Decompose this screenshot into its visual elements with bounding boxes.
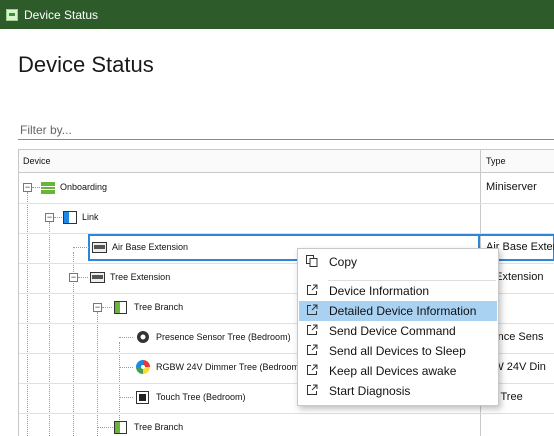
touch-tree-icon	[136, 391, 149, 404]
tree-branch-icon	[114, 421, 127, 434]
external-link-icon	[307, 344, 318, 355]
menu-item-label: Detailed Device Information	[329, 304, 477, 318]
tree-extension-icon	[90, 272, 105, 283]
external-link-icon	[307, 364, 318, 375]
app-icon	[6, 8, 18, 21]
window-titlebar: Device Status	[0, 0, 554, 29]
menu-item-label: Keep all Devices awake	[329, 364, 457, 378]
menu-item-label: Device Information	[329, 284, 430, 298]
row-label: Touch Tree (Bedroom)	[156, 392, 246, 402]
miniserver-icon	[41, 182, 55, 194]
grid-header: Device Type	[19, 150, 554, 173]
presence-sensor-icon	[137, 331, 149, 343]
menu-item-label: Copy	[329, 255, 358, 269]
row-label: Tree Extension	[110, 272, 171, 282]
row-type: Miniserver	[486, 181, 537, 193]
page-title: Device Status	[18, 52, 154, 77]
row-label: Tree Branch	[134, 422, 184, 432]
rgbw-dimmer-icon	[136, 360, 150, 374]
collapse-toggle[interactable]: −	[93, 303, 102, 312]
link-icon	[63, 211, 77, 224]
column-header-device[interactable]: Device	[23, 156, 51, 166]
menu-item-detailed-device-information[interactable]: Detailed Device Information	[299, 301, 497, 321]
collapse-toggle[interactable]: −	[23, 183, 32, 192]
table-row-link[interactable]: − Link	[19, 203, 554, 234]
table-row-onboarding[interactable]: − Onboarding Miniserver	[19, 173, 554, 204]
context-menu: Copy Device Information Detailed Device …	[297, 248, 499, 406]
menu-item-copy[interactable]: Copy	[299, 252, 497, 272]
row-label: Air Base Extension	[112, 242, 189, 252]
air-base-extension-icon	[92, 242, 107, 253]
row-label: Presence Sensor Tree (Bedroom)	[156, 332, 291, 342]
tree-branch-icon	[114, 301, 127, 314]
external-link-icon	[307, 304, 318, 315]
filter-input[interactable]	[18, 120, 554, 140]
menu-item-start-diagnosis[interactable]: Start Diagnosis	[299, 381, 497, 401]
menu-item-send-device-command[interactable]: Send Device Command	[299, 321, 497, 341]
row-label: Link	[82, 212, 99, 222]
external-link-icon	[307, 284, 318, 295]
menu-item-send-all-devices-to-sleep[interactable]: Send all Devices to Sleep	[299, 341, 497, 361]
window-title: Device Status	[24, 7, 99, 22]
external-link-icon	[307, 384, 318, 395]
menu-item-label: Start Diagnosis	[329, 384, 411, 398]
column-header-type[interactable]: Type	[486, 156, 506, 166]
collapse-toggle[interactable]: −	[45, 213, 54, 222]
collapse-toggle[interactable]: −	[69, 273, 78, 282]
copy-icon	[306, 255, 318, 267]
menu-item-device-information[interactable]: Device Information	[299, 281, 497, 301]
row-label: Onboarding	[60, 182, 108, 192]
menu-item-keep-all-devices-awake[interactable]: Keep all Devices awake	[299, 361, 497, 381]
menu-item-label: Send all Devices to Sleep	[329, 344, 466, 358]
row-label: Tree Branch	[134, 302, 184, 312]
menu-item-label: Send Device Command	[329, 324, 456, 338]
external-link-icon	[307, 324, 318, 335]
table-row-tree-branch-2[interactable]: Tree Branch	[19, 413, 554, 436]
row-label: RGBW 24V Dimmer Tree (Bedroom	[156, 362, 300, 372]
